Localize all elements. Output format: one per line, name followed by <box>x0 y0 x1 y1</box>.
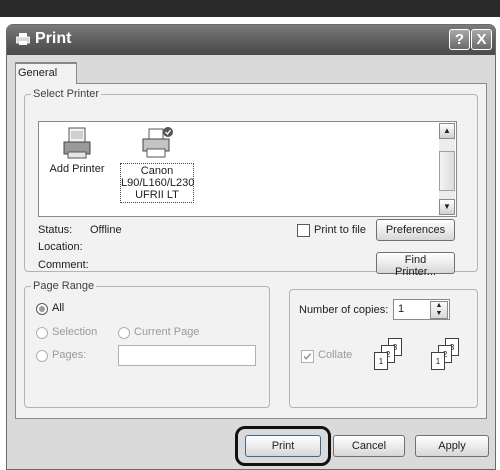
copies-value: 1 <box>398 303 405 315</box>
close-button[interactable]: X <box>471 29 492 50</box>
current-page-radio[interactable] <box>118 327 130 339</box>
print-to-file-checkbox[interactable] <box>297 224 310 237</box>
help-button[interactable]: ? <box>449 29 470 50</box>
printer-title-icon <box>16 33 30 45</box>
scroll-up-icon[interactable]: ▲ <box>439 123 455 139</box>
print-dialog: Print ? X General Select Printer Add Pri… <box>6 24 496 470</box>
printer-item-add-printer[interactable]: Add Printer <box>44 126 110 175</box>
status-value: Offline <box>90 224 122 236</box>
pages-label[interactable]: Pages: <box>52 349 86 361</box>
print-to-file-label[interactable]: Print to file <box>314 224 366 236</box>
add-printer-icon <box>63 127 91 159</box>
print-button-highlight <box>235 426 331 466</box>
preferences-button[interactable]: Preferences <box>376 219 455 241</box>
scroll-down-icon[interactable]: ▼ <box>439 199 455 215</box>
copies-group: Number of copies: 1 ▲▼ Collate 3 2 1 3 2… <box>289 289 478 408</box>
location-label: Location: <box>38 241 83 253</box>
copies-label: Number of copies: <box>299 304 389 316</box>
page-range-legend: Page Range <box>33 280 95 292</box>
printer-list[interactable]: Add Printer Canon L90/L160/L230 UFRII LT <box>38 121 457 217</box>
status-label: Status: <box>38 224 73 236</box>
printer-item-canon[interactable]: Canon L90/L160/L230 UFRII LT <box>118 126 196 203</box>
pages-radio[interactable] <box>36 350 48 362</box>
current-page-label[interactable]: Current Page <box>134 326 199 338</box>
selection-label[interactable]: Selection <box>52 326 97 338</box>
window-title: Print <box>35 30 72 47</box>
collate-label: Collate <box>318 349 353 361</box>
cancel-button[interactable]: Cancel <box>333 435 405 457</box>
add-printer-label: Add Printer <box>49 163 105 175</box>
all-label[interactable]: All <box>52 302 64 314</box>
pages-input[interactable] <box>118 345 256 366</box>
comment-label: Comment: <box>38 259 89 271</box>
page-range-group: Page Range All Selection Current Page Pa… <box>24 280 270 408</box>
printer-list-scrollbar[interactable]: ▲ ▼ <box>439 123 455 215</box>
title-bar[interactable]: Print ? X <box>7 25 495 55</box>
background-window-strip <box>0 0 500 17</box>
copies-input[interactable]: 1 ▲ ▼ <box>393 299 450 320</box>
all-radio[interactable] <box>36 303 48 315</box>
canon-printer-label: Canon L90/L160/L230 UFRII LT <box>120 163 195 203</box>
printer-icon <box>142 127 173 158</box>
find-printer-button[interactable]: Find Printer... <box>376 252 455 278</box>
select-printer-legend: Select Printer <box>33 88 100 100</box>
selection-radio[interactable] <box>36 327 48 339</box>
general-tab-panel: Select Printer Add Printer Canon L90/L16… <box>15 83 487 419</box>
apply-button[interactable]: Apply <box>415 435 489 457</box>
select-printer-group: Select Printer Add Printer Canon L90/L16… <box>24 88 478 278</box>
collate-checkbox[interactable] <box>301 350 314 363</box>
tab-general[interactable]: General <box>15 62 77 84</box>
checkmark-icon <box>303 353 312 360</box>
scroll-thumb[interactable] <box>439 151 455 191</box>
copies-spinner-icon[interactable]: ▲ ▼ <box>430 301 448 319</box>
